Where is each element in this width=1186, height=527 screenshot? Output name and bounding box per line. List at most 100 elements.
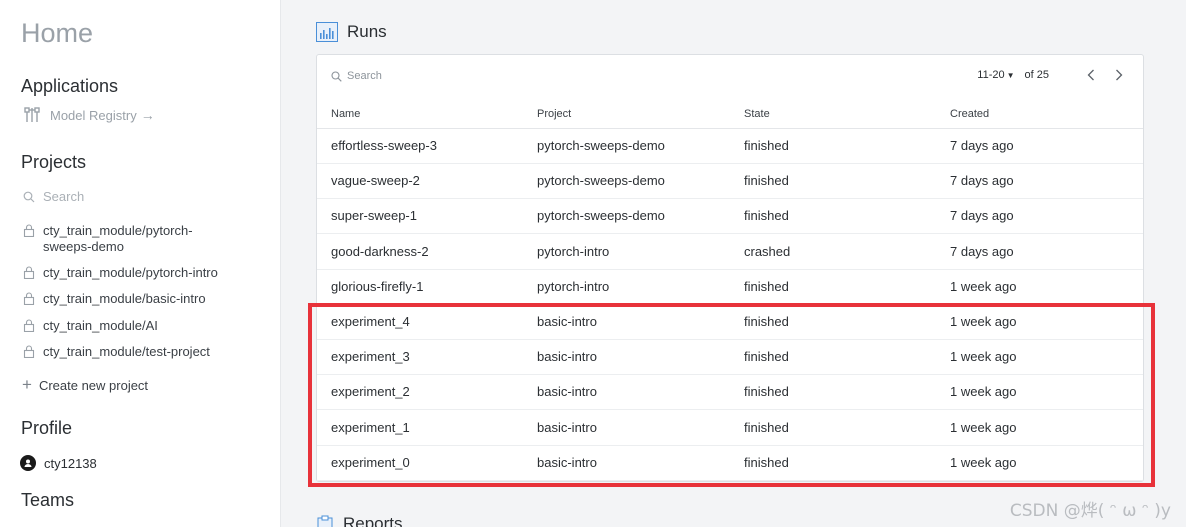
sidebar: Home Applications Model Registry → Proje…	[0, 0, 281, 527]
table-row[interactable]: experiment_2 basic-intro finished 1 week…	[317, 375, 1143, 410]
pagination: 11-20 ▼ of 25	[977, 67, 1127, 83]
teams-heading: Teams	[21, 490, 75, 510]
table-row[interactable]: experiment_4 basic-intro finished 1 week…	[317, 305, 1143, 340]
runs-panel: Search 11-20 ▼ of 25 Name Project State …	[316, 54, 1144, 482]
chart-icon	[316, 22, 338, 42]
run-created: 7 days ago	[950, 173, 1014, 188]
lock-icon	[23, 345, 35, 358]
table-row[interactable]: vague-sweep-2 pytorch-sweeps-demo finish…	[317, 164, 1143, 199]
caret-down-icon: ▼	[1006, 70, 1015, 80]
prev-page-button[interactable]	[1083, 67, 1099, 83]
project-item[interactable]: cty_train_module/test-project	[23, 344, 263, 360]
run-name[interactable]: super-sweep-1	[331, 208, 417, 223]
table-row[interactable]: glorious-firefly-1 pytorch-intro finishe…	[317, 270, 1143, 305]
run-name[interactable]: glorious-firefly-1	[331, 279, 423, 294]
runs-search-input[interactable]: Search	[331, 70, 382, 82]
run-project: pytorch-intro	[537, 279, 610, 294]
lock-icon	[23, 292, 35, 305]
run-project: basic-intro	[537, 314, 597, 329]
run-name[interactable]: vague-sweep-2	[331, 173, 420, 188]
run-name[interactable]: experiment_1	[331, 420, 410, 435]
table-row[interactable]: experiment_0 basic-intro finished 1 week…	[317, 446, 1143, 481]
run-project: pytorch-sweeps-demo	[537, 173, 665, 188]
search-icon	[331, 70, 342, 82]
run-state: finished	[744, 455, 789, 470]
run-created: 1 week ago	[950, 279, 1017, 294]
run-created: 1 week ago	[950, 349, 1017, 364]
plus-icon: +	[22, 375, 32, 394]
table-row[interactable]: super-sweep-1 pytorch-sweeps-demo finish…	[317, 199, 1143, 234]
page-total: of 25	[1024, 69, 1049, 81]
chevron-left-icon	[1087, 69, 1094, 81]
run-created: 7 days ago	[950, 138, 1014, 153]
run-state: finished	[744, 349, 789, 364]
runs-title: Runs	[347, 22, 387, 41]
run-created: 1 week ago	[950, 314, 1017, 329]
username: cty12138	[44, 455, 97, 471]
run-state: finished	[744, 420, 789, 435]
page-title: Home	[21, 18, 94, 48]
model-registry-icon	[24, 107, 40, 122]
run-name[interactable]: good-darkness-2	[331, 244, 429, 259]
create-project-label: Create new project	[38, 377, 149, 393]
run-name[interactable]: experiment_2	[331, 384, 410, 399]
column-header-name[interactable]: Name	[331, 108, 360, 120]
run-state: finished	[744, 279, 789, 294]
project-name: cty_train_module/basic-intro	[43, 291, 206, 306]
arrow-right-icon: →	[140, 107, 155, 123]
column-header-created[interactable]: Created	[950, 108, 989, 120]
runs-header: Runs	[316, 22, 387, 42]
project-item[interactable]: cty_train_module/pytorch-intro	[23, 265, 263, 281]
lock-icon	[23, 319, 35, 332]
run-name[interactable]: experiment_4	[331, 314, 410, 329]
run-state: finished	[744, 208, 789, 223]
run-state: finished	[744, 314, 789, 329]
project-name: cty_train_module/AI	[43, 318, 158, 333]
create-project-button[interactable]: + Create new project	[22, 375, 149, 394]
next-page-button[interactable]	[1111, 67, 1127, 83]
project-name: cty_train_module/test-project	[43, 344, 210, 359]
reports-title: Reports	[343, 514, 403, 527]
run-project: basic-intro	[537, 420, 597, 435]
run-name[interactable]: experiment_3	[331, 349, 410, 364]
table-row[interactable]: effortless-sweep-3 pytorch-sweeps-demo f…	[317, 129, 1143, 164]
reports-header: Reports	[316, 514, 403, 527]
lock-icon	[23, 224, 35, 237]
run-project: basic-intro	[537, 384, 597, 399]
chevron-right-icon	[1116, 69, 1123, 81]
project-item[interactable]: cty_train_module/AI	[23, 318, 263, 334]
project-item[interactable]: cty_train_module/basic-intro	[23, 291, 263, 307]
model-registry-link[interactable]: Model Registry →	[23, 106, 155, 124]
run-created: 1 week ago	[950, 420, 1017, 435]
run-project: pytorch-sweeps-demo	[537, 138, 665, 153]
run-created: 7 days ago	[950, 244, 1014, 259]
lock-icon	[23, 266, 35, 279]
run-state: finished	[744, 138, 789, 153]
page-range-select[interactable]: 11-20	[977, 69, 1004, 81]
run-project: pytorch-intro	[537, 244, 610, 259]
project-item[interactable]: cty_train_module/pytorch-sweeps-demo	[23, 223, 263, 255]
watermark: CSDN @烨( ᵔ ω ᵔ )y	[1009, 501, 1171, 521]
run-project: basic-intro	[537, 349, 597, 364]
run-created: 1 week ago	[950, 455, 1017, 470]
projects-heading: Projects	[21, 152, 87, 172]
run-created: 1 week ago	[950, 384, 1017, 399]
table-row[interactable]: experiment_1 basic-intro finished 1 week…	[317, 411, 1143, 446]
table-row[interactable]: experiment_3 basic-intro finished 1 week…	[317, 340, 1143, 375]
model-registry-label: Model Registry	[50, 107, 137, 123]
table-row[interactable]: good-darkness-2 pytorch-intro crashed 7 …	[317, 235, 1143, 270]
project-name-cont: sweeps-demo	[43, 239, 124, 254]
column-header-state[interactable]: State	[744, 108, 770, 120]
column-header-project[interactable]: Project	[537, 108, 571, 120]
search-placeholder: Search	[347, 70, 382, 82]
run-state: crashed	[744, 244, 791, 259]
profile-heading: Profile	[21, 418, 73, 438]
profile-link[interactable]: cty12138	[20, 455, 97, 471]
run-name[interactable]: effortless-sweep-3	[331, 138, 437, 153]
table-header: Name Project State Created	[317, 101, 1143, 129]
project-search-input[interactable]: Search	[23, 189, 84, 204]
clipboard-icon	[317, 515, 333, 527]
project-name: cty_train_module/pytorch-intro	[43, 265, 218, 280]
run-name[interactable]: experiment_0	[331, 455, 410, 470]
search-placeholder: Search	[43, 189, 85, 204]
